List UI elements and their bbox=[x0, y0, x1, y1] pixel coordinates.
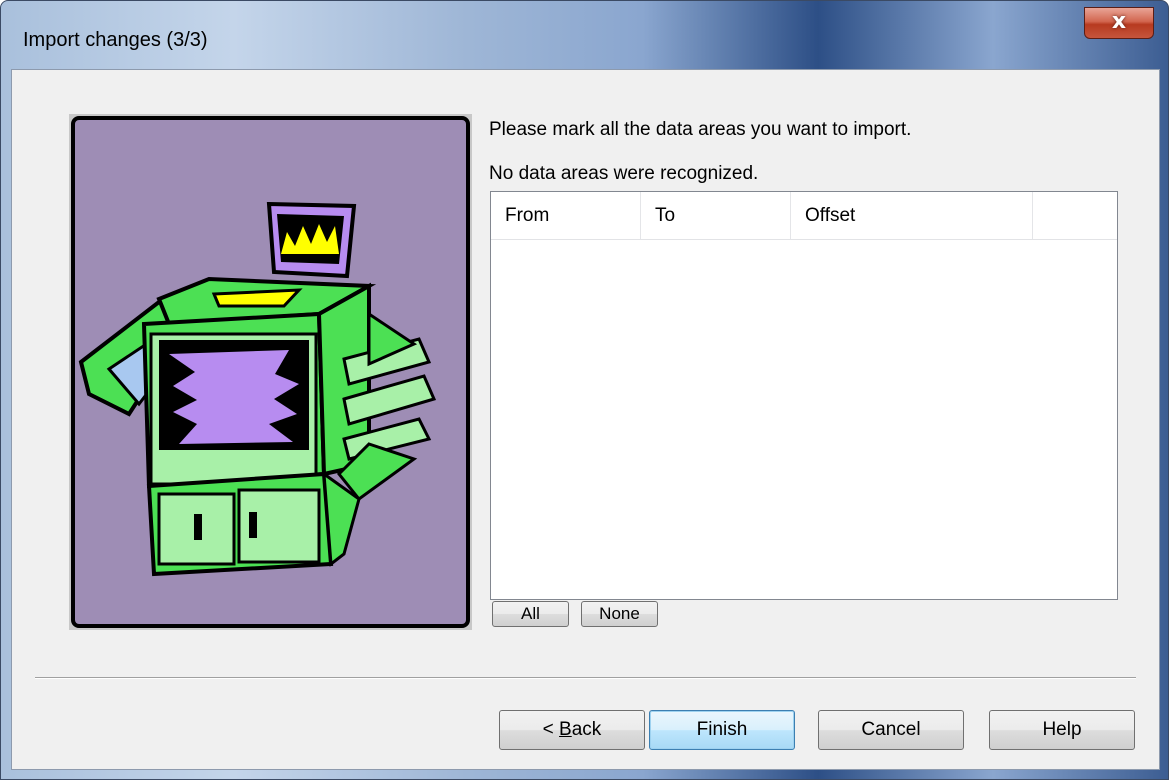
dialog-window: Import changes (3/3) x Please mark all t… bbox=[0, 0, 1169, 780]
close-button[interactable]: x bbox=[1084, 7, 1154, 39]
dialog-client-area: Please mark all the data areas you want … bbox=[11, 69, 1160, 770]
copier-machine-illustration bbox=[69, 114, 472, 630]
close-icon: x bbox=[1111, 9, 1127, 34]
column-header-to[interactable]: To bbox=[641, 192, 791, 239]
column-header-empty[interactable] bbox=[1033, 192, 1117, 239]
back-label-rest: ack bbox=[571, 719, 602, 740]
instruction-text: Please mark all the data areas you want … bbox=[489, 119, 912, 140]
back-label-prefix: < bbox=[542, 719, 560, 740]
back-button[interactable]: < Back bbox=[499, 710, 645, 750]
status-text: No data areas were recognized. bbox=[489, 163, 759, 184]
title-bar[interactable]: Import changes (3/3) x bbox=[1, 1, 1168, 69]
column-header-offset[interactable]: Offset bbox=[791, 192, 1033, 239]
cancel-button[interactable]: Cancel bbox=[818, 710, 964, 750]
select-all-button[interactable]: All bbox=[492, 601, 569, 627]
window-title: Import changes (3/3) bbox=[23, 29, 208, 51]
back-label-mnemonic: B bbox=[559, 719, 572, 740]
select-none-button[interactable]: None bbox=[581, 601, 658, 627]
finish-button[interactable]: Finish bbox=[649, 710, 795, 750]
footer-separator bbox=[35, 677, 1136, 679]
column-header-from[interactable]: From bbox=[491, 192, 641, 239]
help-button[interactable]: Help bbox=[989, 710, 1135, 750]
data-areas-list[interactable]: From To Offset bbox=[490, 191, 1118, 600]
list-header: From To Offset bbox=[491, 192, 1117, 240]
